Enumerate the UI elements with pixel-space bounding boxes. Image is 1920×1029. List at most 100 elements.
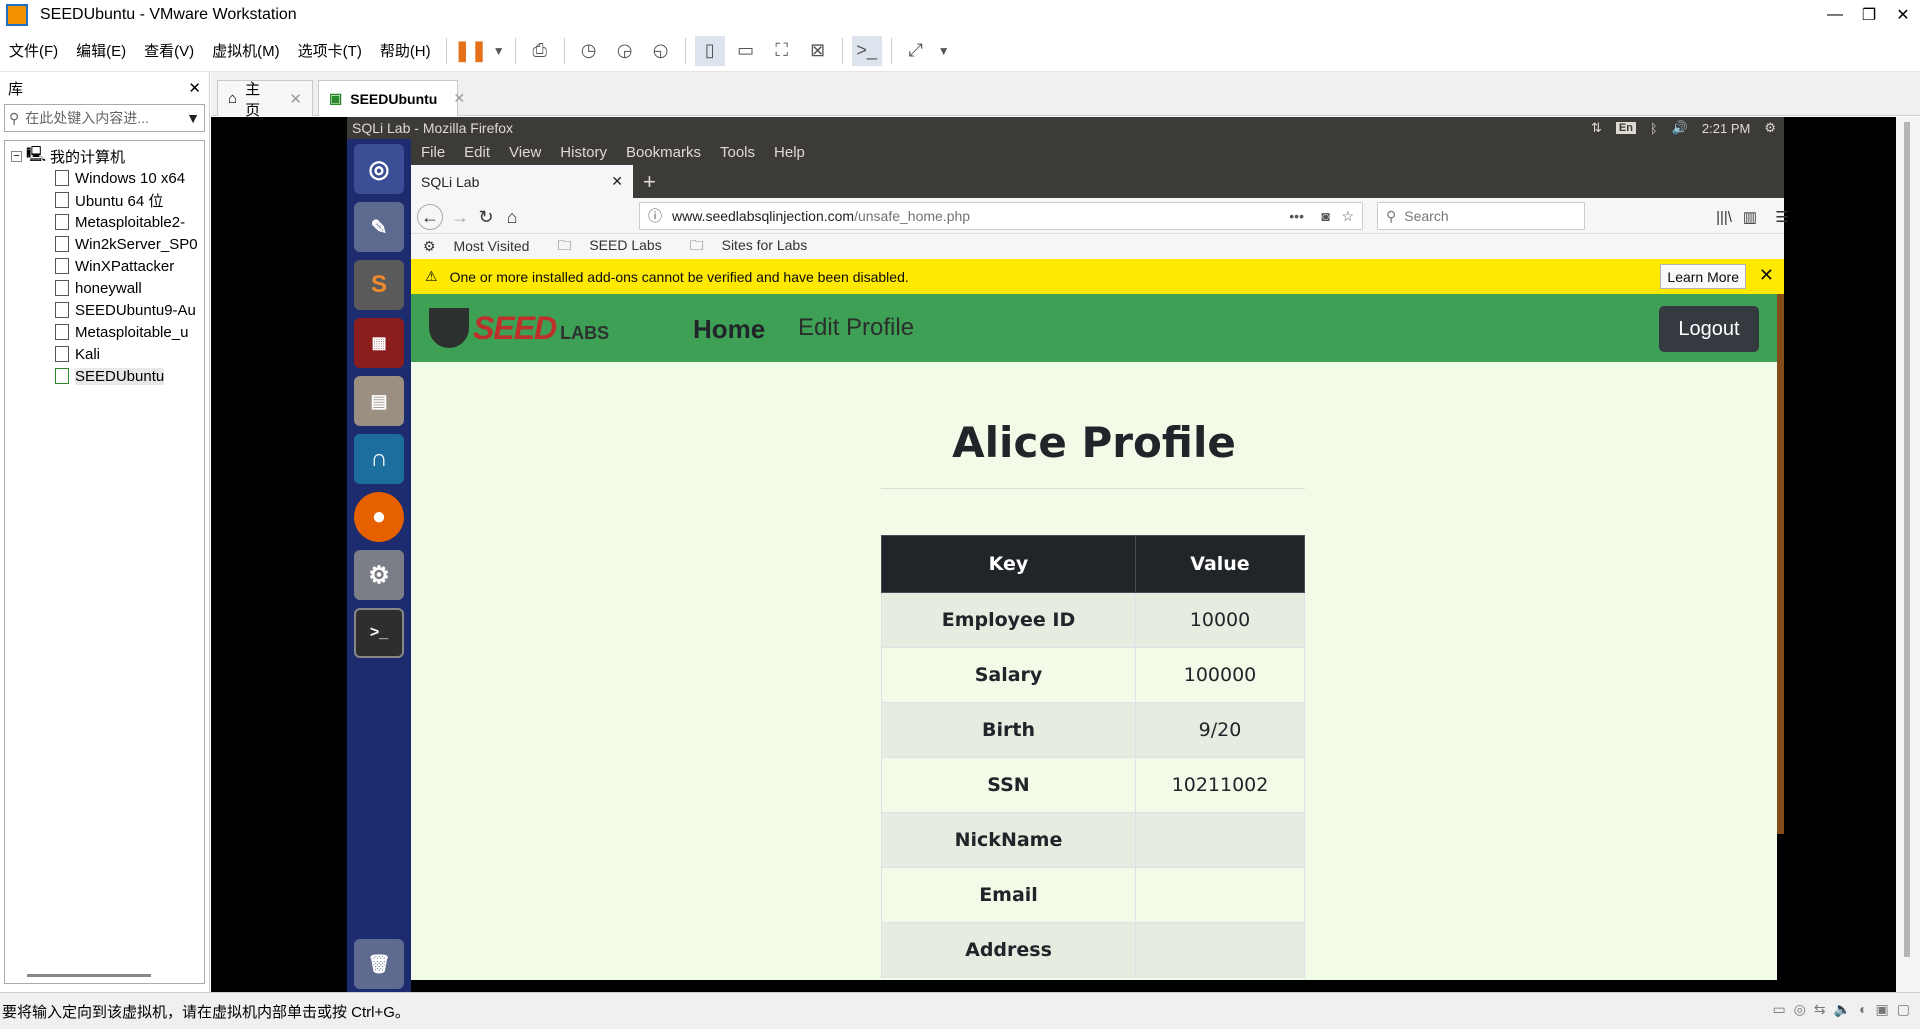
- revert-snapshot-icon[interactable]: ◶: [610, 36, 640, 66]
- ff-menu-tools[interactable]: Tools: [720, 144, 755, 161]
- minimize-button[interactable]: —: [1818, 0, 1852, 30]
- tree-item-selected[interactable]: SEEDUbuntu: [5, 365, 204, 387]
- tree-item[interactable]: honeywall: [5, 277, 204, 299]
- ff-menu-edit[interactable]: Edit: [464, 144, 490, 161]
- tree-item[interactable]: SEEDUbuntu9-Au: [5, 299, 204, 321]
- nav-home-link[interactable]: Home: [693, 314, 765, 345]
- collapse-icon[interactable]: −: [11, 150, 22, 162]
- page-actions-icon[interactable]: •••: [1289, 208, 1304, 224]
- system-settings-icon[interactable]: ⚙: [354, 550, 404, 600]
- firefox-icon[interactable]: ●: [354, 492, 404, 542]
- back-icon[interactable]: ←: [417, 204, 443, 230]
- stretch-dropdown-icon[interactable]: ▼: [937, 36, 951, 66]
- bookmark-seed-labs[interactable]: 🗀 SEED Labs: [557, 235, 675, 259]
- ff-menu-file[interactable]: File: [421, 144, 445, 161]
- library-search-input[interactable]: ⚲ 在此处键入内容进... ▼: [4, 104, 205, 132]
- terminator-icon[interactable]: ▦: [354, 318, 404, 368]
- tree-item[interactable]: WinXPattacker: [5, 255, 204, 277]
- home-icon[interactable]: ⌂: [499, 204, 525, 230]
- learn-more-button[interactable]: Learn More: [1660, 264, 1746, 289]
- sound-card-icon[interactable]: 🔈: [1834, 1001, 1851, 1018]
- network-icon[interactable]: ⇅: [1591, 120, 1602, 136]
- ubuntu-dash-icon[interactable]: ◎: [354, 144, 404, 194]
- library-hscrollbar[interactable]: [27, 974, 151, 977]
- url-bar[interactable]: ⓘ www.seedlabsqlinjection.com /unsafe_ho…: [639, 202, 1363, 230]
- info-icon[interactable]: ⓘ: [648, 206, 662, 226]
- chevron-down-icon[interactable]: ▼: [186, 110, 200, 126]
- library-icon[interactable]: |||\: [1711, 204, 1737, 230]
- tree-item[interactable]: Metasploitable_u: [5, 321, 204, 343]
- sidebar-icon[interactable]: ▥: [1737, 204, 1763, 230]
- bookmark-most-visited[interactable]: ⚙ Most Visited: [423, 238, 543, 255]
- snapshot-icon[interactable]: ◷: [574, 36, 604, 66]
- notice-close-icon[interactable]: ✕: [1759, 265, 1774, 286]
- ff-menu-bookmarks[interactable]: Bookmarks: [626, 144, 701, 161]
- usb-icon[interactable]: ◐: [1859, 1001, 1867, 1018]
- search-input[interactable]: ⚲ Search: [1377, 202, 1585, 230]
- tab-close-icon[interactable]: ✕: [453, 90, 465, 107]
- menu-vm[interactable]: 虚拟机(M): [203, 40, 289, 61]
- full-screen-icon[interactable]: ⛶: [767, 36, 797, 66]
- tree-root[interactable]: − 🖳 我的计算机: [5, 145, 204, 167]
- forward-icon[interactable]: →: [447, 204, 473, 230]
- tab-close-icon[interactable]: ✕: [289, 90, 302, 108]
- thumbnail-bar-icon[interactable]: ▭: [731, 36, 761, 66]
- keyboard-layout[interactable]: En: [1615, 122, 1636, 134]
- unity-icon[interactable]: ⊠: [803, 36, 833, 66]
- volume-icon[interactable]: 🔊: [1672, 120, 1688, 136]
- stretch-icon[interactable]: ⤢: [901, 36, 931, 66]
- clock[interactable]: 2:21 PM: [1702, 121, 1750, 136]
- tree-item[interactable]: Kali: [5, 343, 204, 365]
- browser-tab[interactable]: SQLi Lab ✕: [411, 165, 633, 198]
- sublime-icon[interactable]: S: [354, 260, 404, 310]
- close-button[interactable]: ✕: [1886, 0, 1920, 30]
- files-icon[interactable]: ▤: [354, 376, 404, 426]
- nav-edit-profile-link[interactable]: Edit Profile: [798, 314, 914, 342]
- restore-button[interactable]: ❐: [1852, 0, 1886, 30]
- tab-close-icon[interactable]: ✕: [611, 173, 623, 190]
- settings-gear-icon[interactable]: ⚙: [1764, 120, 1776, 136]
- send-ctrl-alt-del-icon[interactable]: ⎙: [525, 36, 555, 66]
- page-scrollbar[interactable]: [1777, 294, 1784, 834]
- row-value: [1135, 812, 1305, 868]
- tree-item[interactable]: Win2kServer_SP0: [5, 233, 204, 255]
- dropdown-arrow-icon[interactable]: ▼: [492, 36, 506, 66]
- tab-home[interactable]: ⌂ 主页 ✕: [217, 80, 313, 119]
- menu-edit[interactable]: 编辑(E): [67, 40, 135, 61]
- logout-button[interactable]: Logout: [1659, 306, 1759, 352]
- wireshark-icon[interactable]: ∩: [354, 434, 404, 484]
- menu-tabs[interactable]: 选项卡(T): [289, 40, 371, 61]
- bookmark-star-icon[interactable]: ☆: [1341, 208, 1354, 225]
- tab-seedubuntu[interactable]: ▣ SEEDUbuntu ✕: [318, 80, 465, 116]
- pocket-icon[interactable]: ◙: [1322, 208, 1330, 224]
- tree-item[interactable]: Ubuntu 64 位: [5, 189, 204, 211]
- pause-icon[interactable]: ❚❚: [454, 36, 488, 66]
- hamburger-menu-icon[interactable]: ☰: [1769, 204, 1795, 230]
- menu-file[interactable]: 文件(F): [0, 40, 67, 61]
- console-view-icon[interactable]: >_: [851, 35, 882, 66]
- terminal-icon[interactable]: >_: [354, 608, 404, 658]
- show-library-icon[interactable]: ▯: [694, 35, 725, 66]
- ff-menu-view[interactable]: View: [509, 144, 541, 161]
- tree-item[interactable]: Windows 10 x64: [5, 167, 204, 189]
- bookmark-sites-for-labs[interactable]: 🗀 Sites for Labs: [690, 235, 822, 259]
- cd-rom-icon[interactable]: ◎: [1794, 1001, 1806, 1018]
- library-close-icon[interactable]: ✕: [188, 79, 201, 97]
- snapshot-manager-icon[interactable]: ◵: [646, 36, 676, 66]
- new-tab-icon[interactable]: +: [643, 169, 656, 195]
- menu-view[interactable]: 查看(V): [135, 40, 203, 61]
- seedlabs-logo[interactable]: SEED LABS: [429, 308, 609, 348]
- network-adapter-icon[interactable]: ⇆: [1814, 1001, 1826, 1018]
- vm-vertical-scrollbar[interactable]: [1896, 117, 1920, 992]
- menu-help[interactable]: 帮助(H): [371, 40, 440, 61]
- text-editor-icon[interactable]: ✎: [354, 202, 404, 252]
- ff-menu-help[interactable]: Help: [774, 144, 805, 161]
- message-icon[interactable]: ▢: [1897, 1001, 1910, 1018]
- reload-icon[interactable]: ↻: [473, 204, 499, 230]
- bluetooth-icon[interactable]: ᛒ: [1650, 121, 1658, 136]
- trash-icon[interactable]: 🗑: [354, 939, 404, 989]
- hard-disk-icon[interactable]: ▭: [1772, 1001, 1785, 1018]
- ff-menu-history[interactable]: History: [560, 144, 607, 161]
- display-icon[interactable]: ▣: [1876, 1001, 1889, 1018]
- tree-item[interactable]: Metasploitable2-: [5, 211, 204, 233]
